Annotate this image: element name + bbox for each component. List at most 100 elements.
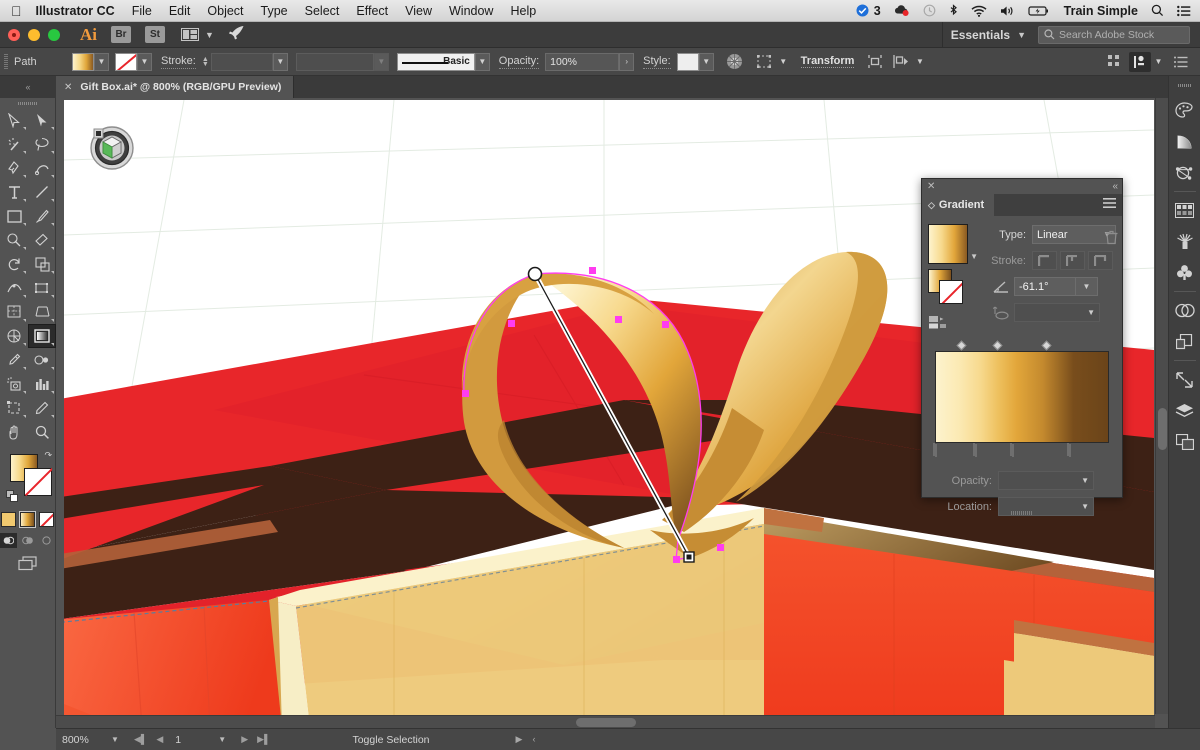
close-panel-icon[interactable]: ✕ (927, 181, 935, 192)
appearance-panel-icon[interactable] (1169, 426, 1200, 457)
rotate-tool[interactable] (0, 252, 28, 276)
vertical-scrollbar[interactable] (1155, 98, 1168, 714)
bridge-button[interactable]: Br (111, 26, 131, 43)
arrange-documents-icon[interactable] (181, 28, 199, 41)
close-tab-icon[interactable]: ✕ (64, 82, 72, 93)
document-setup-chevron[interactable]: ▼ (1151, 53, 1166, 71)
control-bar-grip[interactable] (4, 53, 8, 70)
draw-behind-icon[interactable] (19, 533, 36, 548)
previous-artboard-icon[interactable]: ◀ (156, 734, 163, 745)
magic-wand-tool[interactable] (0, 132, 28, 156)
free-transform-tool[interactable] (28, 276, 56, 300)
artboard-tool[interactable] (0, 396, 28, 420)
maximize-window-button[interactable] (48, 28, 60, 41)
gradient-midpoint-1[interactable] (956, 340, 967, 351)
brushes-panel-icon[interactable] (1169, 226, 1200, 257)
change-screen-mode-icon[interactable] (17, 556, 39, 576)
pen-tool[interactable] (0, 156, 28, 180)
draw-inside-icon[interactable] (38, 533, 55, 548)
gradient-stroke-box[interactable] (939, 280, 963, 304)
dock-grip[interactable] (1169, 76, 1200, 95)
shape-builder-tool[interactable] (0, 300, 28, 324)
default-fill-stroke-icon[interactable] (6, 490, 19, 508)
fill-color-swatch[interactable] (72, 52, 94, 71)
stroke-swatch-chevron[interactable]: ▼ (137, 52, 152, 71)
menu-type[interactable]: Type (261, 4, 288, 18)
status-resize-icon[interactable]: ‹ (532, 734, 535, 745)
graphic-style-swatch[interactable] (676, 52, 699, 71)
transform-link[interactable]: Transform (800, 55, 855, 68)
color-guide-icon[interactable] (1169, 126, 1200, 157)
gradient-slider[interactable] (933, 340, 1109, 460)
arrange-grid-icon[interactable] (1103, 52, 1125, 72)
stroke-weight-stepper[interactable]: ▲ ▼ (202, 56, 209, 68)
gradient-angle-chevron[interactable]: ▼ (1076, 277, 1098, 296)
dropbox-icon[interactable] (856, 4, 869, 17)
document-setup-icon[interactable] (1129, 51, 1151, 72)
stroke-along-icon[interactable] (1060, 251, 1085, 270)
style-chevron[interactable]: ▼ (698, 52, 714, 71)
tab-gradient[interactable]: ◇ Gradient (922, 194, 995, 216)
panel-menu-icon[interactable] (1103, 198, 1122, 212)
mesh-tool[interactable] (0, 324, 28, 348)
selection-tool[interactable] (0, 108, 28, 132)
delete-stop-icon[interactable] (1105, 230, 1118, 248)
workspace-switcher[interactable]: Essentials ▼ (941, 22, 1034, 47)
select-similar-objects-icon[interactable] (754, 52, 776, 72)
gradient-stop-4[interactable] (1067, 443, 1078, 458)
gradient-stop-3[interactable] (1009, 443, 1021, 458)
gradient-mode-swatch[interactable] (20, 512, 35, 527)
macos-user-name[interactable]: Train Simple (1064, 4, 1138, 18)
minimize-window-button[interactable] (28, 28, 40, 41)
recolor-artwork-icon[interactable] (724, 52, 746, 72)
gradient-midpoint-2[interactable] (992, 340, 1003, 351)
gradient-aspect-input[interactable]: ▼ (1014, 303, 1100, 322)
gradient-stop-2[interactable] (973, 443, 984, 458)
color-panel-icon[interactable] (1169, 95, 1200, 126)
battery-charging-icon[interactable] (1028, 5, 1050, 17)
last-artboard-icon[interactable]: ▶▌ (257, 734, 270, 745)
gradient-panel[interactable]: ✕ « ◇ Gradient ▼ Type: Linear ▼ Stroke: … (921, 178, 1123, 516)
horizontal-scrollbar[interactable] (56, 715, 1155, 728)
collapse-panel-icon[interactable]: « (1112, 181, 1117, 192)
time-machine-icon[interactable] (923, 4, 936, 17)
gradient-tool[interactable] (28, 324, 56, 348)
vertical-scroll-thumb[interactable] (1158, 408, 1167, 450)
gradient-ramp[interactable] (935, 351, 1109, 443)
bluetooth-icon[interactable] (949, 3, 958, 18)
menu-view[interactable]: View (405, 4, 432, 18)
scale-tool[interactable] (28, 252, 56, 276)
opacity-input[interactable]: 100% (545, 52, 620, 71)
stroke-within-icon[interactable] (1032, 251, 1057, 270)
menu-select[interactable]: Select (305, 4, 340, 18)
menu-help[interactable]: Help (510, 4, 536, 18)
next-artboard-icon[interactable]: ▶ (241, 734, 248, 745)
creative-cloud-libraries-icon[interactable] (1169, 295, 1200, 326)
panel-resize-grip[interactable] (1011, 511, 1033, 515)
select-similar-chevron[interactable]: ▼ (776, 53, 791, 71)
lasso-tool[interactable] (28, 132, 56, 156)
direct-selection-tool[interactable] (28, 108, 56, 132)
distribute-objects-icon[interactable] (890, 52, 912, 72)
menu-file[interactable]: File (132, 4, 152, 18)
eraser-tool[interactable] (28, 228, 56, 252)
shaper-tool[interactable] (0, 228, 28, 252)
chevron-down-icon[interactable]: ▼ (205, 30, 214, 40)
menu-object[interactable]: Object (207, 4, 243, 18)
fill-swatch-chevron[interactable]: ▼ (94, 52, 109, 71)
swap-fill-stroke-icon[interactable]: ↷ (44, 450, 52, 461)
zoom-level-chevron[interactable]: ▼ (104, 735, 126, 744)
menu-edit[interactable]: Edit (169, 4, 191, 18)
stroke-across-icon[interactable] (1088, 251, 1113, 270)
gradient-type-select[interactable]: Linear ▼ (1032, 225, 1116, 244)
horizontal-scroll-thumb[interactable] (576, 718, 636, 727)
notification-center-icon[interactable] (1177, 5, 1191, 17)
width-tool[interactable] (0, 276, 28, 300)
menu-effect[interactable]: Effect (356, 4, 388, 18)
gradient-preview-swatch[interactable]: ▼ (928, 224, 978, 264)
apple-icon[interactable]:  (11, 4, 22, 18)
status-menu-icon[interactable]: ▶ (516, 734, 523, 745)
brush-definition[interactable]: Basic (396, 52, 475, 71)
tab-bar-grip[interactable]: « (0, 76, 56, 98)
menu-app-name[interactable]: Illustrator CC (36, 4, 115, 18)
